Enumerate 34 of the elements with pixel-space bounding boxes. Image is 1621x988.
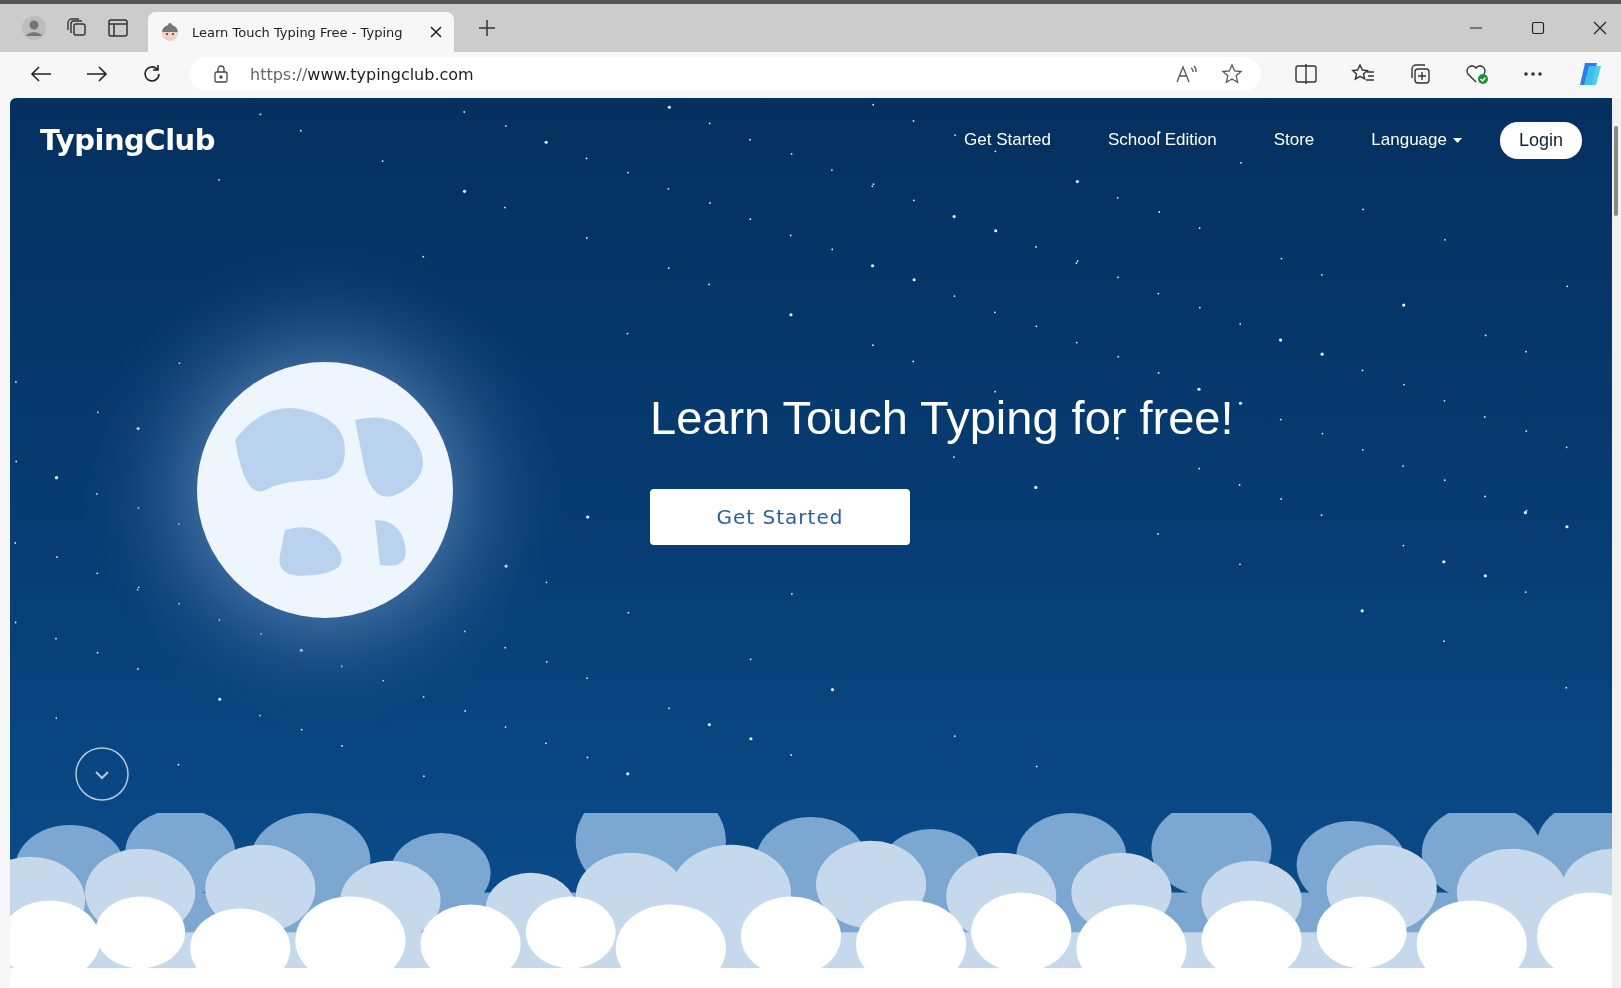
collections-icon[interactable] <box>1409 63 1431 85</box>
lock-icon <box>214 65 228 83</box>
login-button[interactable]: Login <box>1499 121 1582 159</box>
scrollbar[interactable] <box>1612 98 1621 988</box>
get-started-button[interactable]: Get Started <box>650 489 910 545</box>
close-icon[interactable] <box>1593 21 1607 35</box>
browser-tab[interactable]: Learn Touch Typing Free - Typing <box>148 12 454 52</box>
address-field[interactable]: https://www.typingclub.com <box>190 57 1261 91</box>
close-tab-icon[interactable] <box>430 26 442 38</box>
favicon-icon <box>160 22 180 42</box>
url-text: https://www.typingclub.com <box>250 64 474 84</box>
site-logo[interactable]: TypingClub <box>40 123 215 157</box>
split-screen-icon[interactable] <box>1295 64 1317 84</box>
tab-title: Learn Touch Typing Free - Typing <box>192 24 404 40</box>
nav-link[interactable]: School Edition <box>1108 130 1217 150</box>
maximize-icon[interactable] <box>1531 21 1545 35</box>
copilot-icon[interactable] <box>1577 61 1603 87</box>
caret-icon <box>1452 137 1462 143</box>
back-icon[interactable] <box>30 65 52 83</box>
nav-link[interactable]: Get Started <box>964 130 1051 150</box>
profile-icon[interactable] <box>22 16 46 40</box>
hero-headline: Learn Touch Typing for free! <box>650 390 1234 445</box>
new-tab-icon[interactable] <box>478 19 496 37</box>
more-icon[interactable] <box>1523 71 1543 77</box>
tab-actions-icon[interactable] <box>108 19 128 37</box>
scroll-down-icon[interactable] <box>74 746 130 802</box>
read-aloud-icon[interactable] <box>1175 64 1199 84</box>
heart-check-icon[interactable] <box>1465 63 1489 85</box>
forward-icon[interactable] <box>86 65 108 83</box>
nav-link[interactable]: Store <box>1273 130 1315 150</box>
workspaces-icon[interactable] <box>66 18 88 38</box>
favorite-star-icon[interactable] <box>1221 63 1243 85</box>
refresh-icon[interactable] <box>142 64 162 84</box>
nav-link[interactable]: Language <box>1371 130 1462 150</box>
